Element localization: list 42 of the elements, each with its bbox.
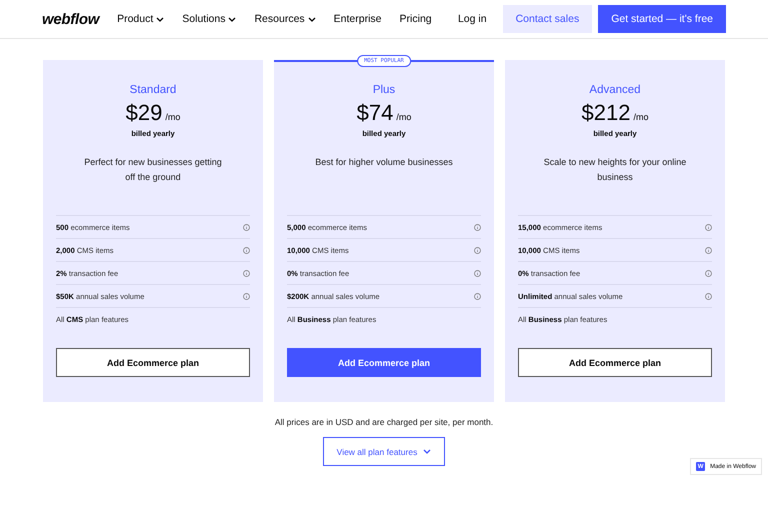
info-icon[interactable] bbox=[243, 292, 250, 300]
price-period: /mo bbox=[396, 112, 412, 122]
info-icon[interactable] bbox=[243, 224, 250, 230]
plan-name: Standard bbox=[130, 84, 176, 96]
info-icon[interactable] bbox=[474, 224, 481, 230]
add-plan-button[interactable]: Add Ecommerce plan bbox=[56, 348, 250, 377]
plan-name: Plus bbox=[372, 84, 396, 96]
plan-description: Perfect for new businesses getting off the ground bbox=[83, 156, 223, 184]
info-icon[interactable] bbox=[705, 270, 712, 276]
nav-link[interactable]: Pricing bbox=[400, 13, 432, 25]
nav-link[interactable]: Solutions bbox=[182, 13, 236, 25]
price-period: /mo bbox=[165, 112, 180, 122]
info-icon[interactable] bbox=[705, 224, 712, 230]
view-all-features-button[interactable]: View all plan features bbox=[322, 437, 446, 466]
info-icon[interactable] bbox=[474, 270, 481, 276]
chevron-down-icon bbox=[156, 16, 164, 22]
info-icon[interactable] bbox=[474, 292, 481, 300]
price-period: /mo bbox=[633, 112, 648, 122]
chevron-down-icon bbox=[308, 16, 316, 22]
nav-link[interactable]: Product bbox=[117, 13, 164, 25]
info-icon[interactable] bbox=[243, 246, 250, 254]
login-link[interactable]: Log in bbox=[458, 13, 487, 25]
nav-link[interactable]: Resources bbox=[254, 13, 316, 25]
plan-description: Best for higher volume businesses bbox=[314, 156, 454, 169]
add-plan-button[interactable]: Add Ecommerce plan bbox=[287, 348, 481, 377]
plan-price: $74 bbox=[356, 100, 394, 126]
nav-link[interactable]: Enterprise bbox=[334, 13, 382, 25]
info-icon[interactable] bbox=[243, 270, 250, 276]
plan-price: $212 bbox=[582, 100, 630, 126]
chevron-down-icon bbox=[228, 16, 236, 22]
info-icon[interactable] bbox=[705, 246, 712, 254]
info-icon[interactable] bbox=[474, 246, 481, 254]
get-started-button[interactable]: Get started — it's free bbox=[598, 5, 726, 33]
pricing-note: All prices are in USD and are charged per site, per month. bbox=[274, 417, 494, 427]
plan-description: Scale to new heights for your online business bbox=[542, 156, 688, 184]
chevron-down-icon bbox=[423, 449, 432, 454]
plan-name: Advanced bbox=[589, 84, 641, 96]
plan-price: $29 bbox=[126, 100, 162, 126]
add-plan-button[interactable]: Add Ecommerce plan bbox=[518, 348, 712, 377]
webflow-logo[interactable]: webflow bbox=[42, 10, 100, 28]
contact-sales-button[interactable]: Contact sales bbox=[502, 5, 592, 33]
info-icon[interactable] bbox=[705, 292, 712, 300]
